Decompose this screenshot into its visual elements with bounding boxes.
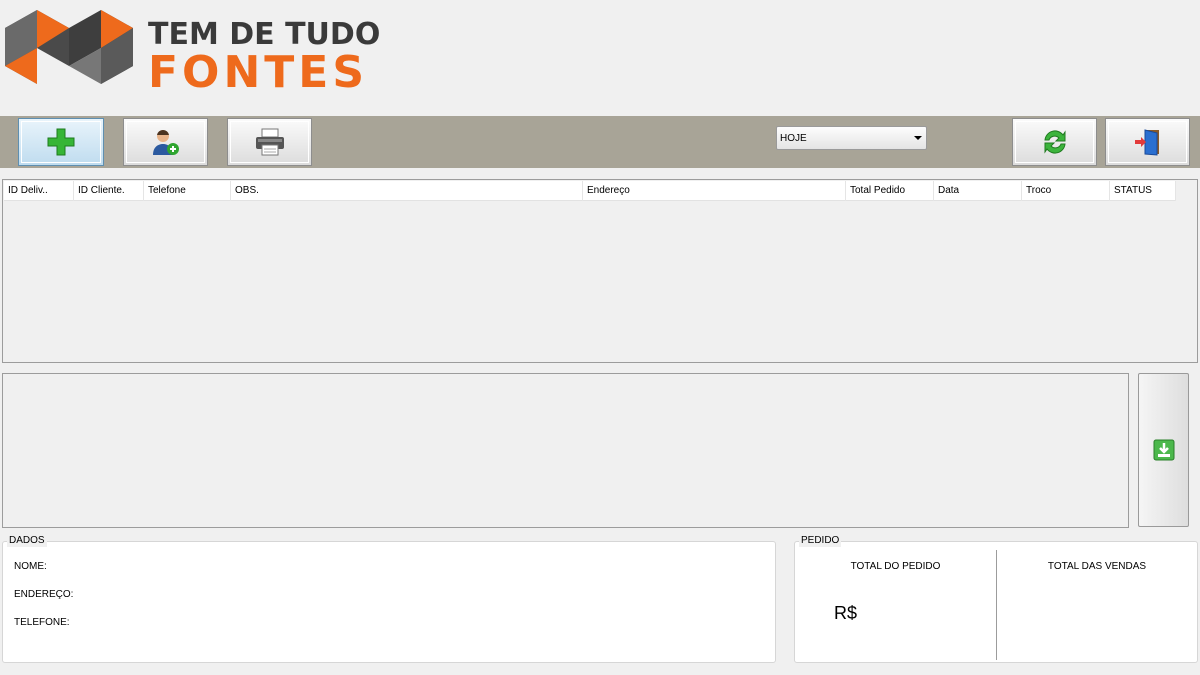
- telefone-label: TELEFONE:: [14, 617, 70, 628]
- column-header-troco[interactable]: Troco: [1022, 181, 1110, 201]
- chevron-down-icon: [914, 136, 922, 140]
- items-panel[interactable]: [2, 373, 1129, 528]
- pedido-title: PEDIDO: [799, 535, 842, 547]
- brand-name-line2: FONTES: [148, 47, 369, 98]
- refresh-button[interactable]: [1012, 118, 1097, 166]
- brand-logo-icon: [5, 10, 133, 84]
- nome-label: NOME:: [14, 561, 47, 572]
- total-pedido-label: TOTAL DO PEDIDO: [850, 561, 941, 572]
- exit-button[interactable]: [1105, 118, 1190, 166]
- column-header-telefone[interactable]: Telefone: [144, 181, 231, 201]
- download-icon: [1153, 439, 1174, 461]
- column-header-id-delivery[interactable]: ID Deliv..: [4, 181, 74, 201]
- period-select[interactable]: HOJE: [776, 126, 927, 150]
- toolbar: HOJE: [0, 116, 1200, 168]
- column-header-data[interactable]: Data: [934, 181, 1022, 201]
- add-client-button[interactable]: [123, 118, 208, 166]
- brand-logo: TEM DE TUDO FONTES: [5, 8, 385, 100]
- print-button[interactable]: [227, 118, 312, 166]
- download-button[interactable]: [1138, 373, 1189, 527]
- period-select-value: HOJE: [780, 132, 807, 144]
- brand-name-line1: TEM DE TUDO: [148, 17, 381, 52]
- dados-title: DADOS: [7, 535, 47, 547]
- pedido-group: PEDIDO TOTAL DO PEDIDO TOTAL DAS VENDAS …: [794, 535, 1198, 663]
- total-pedido-currency: R$: [834, 603, 858, 623]
- add-delivery-button[interactable]: [18, 118, 104, 166]
- endereco-label: ENDEREÇO:: [14, 589, 74, 600]
- column-header-obs[interactable]: OBS.: [231, 181, 583, 201]
- dados-group: DADOS NOME: ENDEREÇO: TELEFONE:: [2, 535, 776, 663]
- grid-header: ID Deliv.. ID Cliente. Telefone OBS. End…: [4, 181, 1176, 201]
- column-header-total-pedido[interactable]: Total Pedido: [846, 181, 934, 201]
- column-header-id-client[interactable]: ID Cliente.: [74, 181, 144, 201]
- column-header-status[interactable]: STATUS: [1110, 181, 1176, 201]
- column-header-endereco[interactable]: Endereço: [583, 181, 846, 201]
- total-vendas-label: TOTAL DAS VENDAS: [1047, 561, 1147, 572]
- deliveries-grid[interactable]: ID Deliv.. ID Cliente. Telefone OBS. End…: [2, 179, 1198, 363]
